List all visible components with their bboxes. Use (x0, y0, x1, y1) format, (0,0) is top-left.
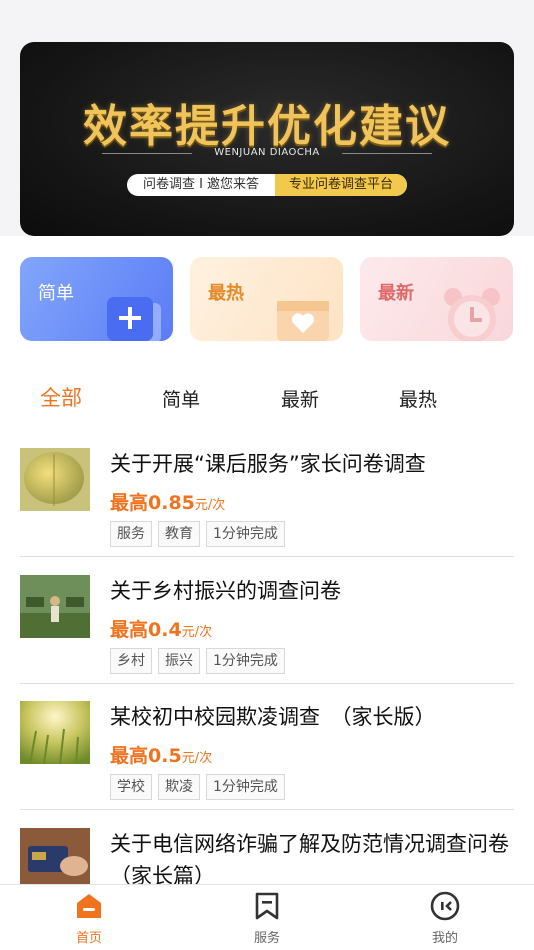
survey-title: 关于开展“课后服务”家长问卷调查 (110, 452, 426, 476)
tab-hottest[interactable]: 最热 (399, 385, 437, 412)
reward-unit: 元/次 (194, 498, 226, 513)
survey-tags: 服务 教育 1分钟完成 (110, 521, 285, 547)
survey-thumbnail (20, 575, 90, 638)
reward-amount: 0.5 (148, 745, 182, 767)
survey-item[interactable]: 某校初中校园欺凌调查 （家长版） 最高0.5元/次 学校 欺凌 1分钟完成 (20, 683, 514, 810)
category-card-new[interactable]: 最新 (360, 257, 513, 341)
survey-reward: 最高0.85元/次 (110, 488, 225, 515)
tab-all[interactable]: 全部 (40, 382, 82, 412)
heart-box-icon (277, 301, 329, 341)
survey-title: 某校初中校园欺凌调查 （家长版） (110, 705, 436, 729)
banner-pill-right: 专业问卷调查平台 (275, 174, 407, 196)
banner-pill-left: 问卷调查 I 邀您来答 (142, 177, 260, 192)
banner-divider-right (342, 153, 432, 154)
tag: 服务 (110, 521, 152, 547)
category-label: 最热 (208, 283, 244, 304)
tag: 欺凌 (158, 774, 200, 800)
survey-item[interactable]: 关于开展“课后服务”家长问卷调查 最高0.85元/次 服务 教育 1分钟完成 (20, 430, 514, 557)
category-card-hot[interactable]: 最热 (190, 257, 343, 341)
reward-amount: 0.4 (148, 619, 182, 641)
survey-thumbnail (20, 701, 90, 764)
category-label: 简单 (38, 283, 74, 304)
banner-pill: 问卷调查 I 邀您来答 专业问卷调查平台 (127, 174, 407, 196)
home-icon (77, 894, 101, 918)
tab-newest[interactable]: 最新 (281, 385, 319, 412)
nav-profile[interactable]: 我的 (405, 891, 485, 946)
bottom-nav: 首页 服务 我的 (0, 884, 534, 950)
bookmark-icon (255, 892, 279, 920)
nav-label: 服务 (253, 931, 280, 946)
survey-reward: 最高0.5元/次 (110, 741, 212, 768)
tag: 教育 (158, 521, 200, 547)
reward-prefix: 最高 (110, 492, 149, 514)
filter-tabs: 全部 简单 最新 最热 (0, 382, 534, 418)
nav-home[interactable]: 首页 (49, 891, 129, 946)
reward-unit: 元/次 (181, 625, 213, 640)
nav-label: 我的 (431, 931, 458, 946)
survey-thumbnail (20, 448, 90, 511)
tag: 1分钟完成 (206, 648, 285, 674)
tag: 1分钟完成 (206, 521, 285, 547)
category-label: 最新 (378, 283, 414, 304)
add-doc-icon (107, 297, 161, 341)
tag: 学校 (110, 774, 152, 800)
reward-prefix: 最高 (110, 745, 149, 767)
tag: 乡村 (110, 648, 152, 674)
survey-tags: 学校 欺凌 1分钟完成 (110, 774, 285, 800)
alarm-clock-icon (444, 288, 500, 341)
survey-tags: 乡村 振兴 1分钟完成 (110, 648, 285, 674)
tag: 1分钟完成 (206, 774, 285, 800)
promo-banner[interactable]: 效率提升优化建议 WENJUAN DIAOCHA 问卷调查 I 邀您来答 专业问… (20, 42, 514, 236)
survey-thumbnail (20, 828, 90, 891)
tag: 振兴 (158, 648, 200, 674)
category-card-simple[interactable]: 简单 (20, 257, 173, 341)
survey-title: 关于乡村振兴的调查问卷 (110, 579, 341, 603)
category-cards: 简单 最热 最新 (20, 257, 514, 341)
banner-title: 效率提升优化建议 (83, 101, 451, 152)
survey-reward: 最高0.4元/次 (110, 615, 212, 642)
nav-label: 首页 (75, 931, 102, 946)
banner-subtitle: WENJUAN DIAOCHA (214, 147, 320, 158)
survey-title: 关于电信网络诈骗了解及防范情况调查问卷（家长篇） (110, 832, 509, 888)
survey-item[interactable]: 关于乡村振兴的调查问卷 最高0.4元/次 乡村 振兴 1分钟完成 (20, 557, 514, 684)
reward-prefix: 最高 (110, 619, 149, 641)
reward-unit: 元/次 (181, 751, 213, 766)
profile-face-icon (430, 891, 460, 921)
nav-service[interactable]: 服务 (227, 891, 307, 946)
reward-amount: 0.85 (148, 492, 195, 514)
tab-simple[interactable]: 简单 (162, 385, 200, 412)
